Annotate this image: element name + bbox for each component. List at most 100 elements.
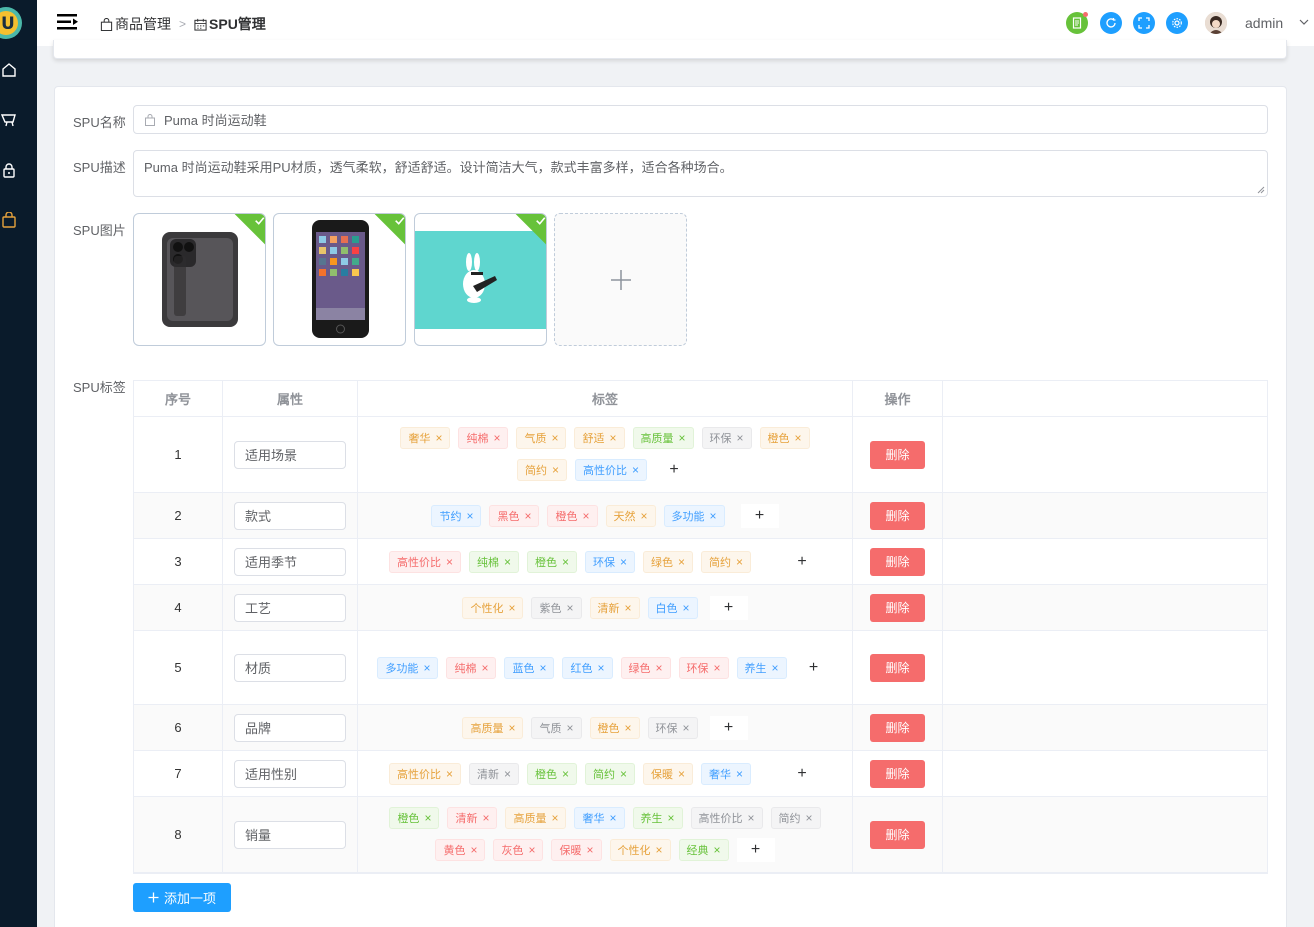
tag-close-icon[interactable]: × — [625, 601, 632, 615]
tag-close-icon[interactable]: × — [656, 661, 663, 675]
delete-button[interactable]: 删除 — [870, 820, 925, 849]
add-tag-button[interactable]: + — [736, 838, 775, 862]
tag[interactable]: 灰色 × — [493, 839, 544, 861]
tag-close-icon[interactable]: × — [679, 431, 686, 445]
delete-button[interactable]: 删除 — [870, 653, 925, 682]
bag-icon[interactable] — [1, 212, 17, 228]
attr-input[interactable]: 适用场景 — [234, 440, 346, 469]
tag[interactable]: 奢华 × — [400, 427, 451, 449]
tag-close-icon[interactable]: × — [562, 767, 569, 781]
tag-close-icon[interactable]: × — [423, 661, 430, 675]
tag[interactable]: 环保 × — [701, 427, 752, 449]
tag[interactable]: 黄色 × — [435, 839, 486, 861]
resize-handle-icon[interactable] — [1257, 186, 1265, 194]
tag-close-icon[interactable]: × — [562, 555, 569, 569]
tag[interactable]: 奢华 × — [574, 807, 625, 829]
add-row-button[interactable]: 添加一项 — [133, 883, 231, 912]
document-button[interactable] — [1066, 12, 1088, 34]
tag[interactable]: 奢华 × — [701, 762, 752, 785]
tag-close-icon[interactable]: × — [566, 601, 573, 615]
tag[interactable]: 简约 × — [770, 807, 821, 829]
attr-input[interactable]: 工艺 — [234, 593, 346, 622]
tag-close-icon[interactable]: × — [736, 555, 743, 569]
tag[interactable]: 纯棉 × — [458, 427, 509, 449]
tag-close-icon[interactable]: × — [795, 431, 802, 445]
delete-button[interactable]: 删除 — [870, 713, 925, 742]
tag[interactable]: 多功能 × — [377, 656, 439, 679]
tag-close-icon[interactable]: × — [609, 811, 616, 825]
tag[interactable]: 橙色 × — [547, 504, 598, 527]
tag[interactable]: 白色 × — [647, 596, 698, 619]
refresh-button[interactable] — [1100, 12, 1122, 34]
delete-button[interactable]: 删除 — [870, 547, 925, 576]
tag-close-icon[interactable]: × — [641, 509, 648, 523]
lock-icon[interactable] — [1, 162, 17, 178]
delete-button[interactable]: 删除 — [870, 440, 925, 469]
add-tag-button[interactable]: + — [783, 761, 822, 786]
upload-image-button[interactable] — [554, 213, 687, 346]
tag-close-icon[interactable]: × — [508, 601, 515, 615]
tag[interactable]: 橙色 × — [526, 762, 577, 785]
tag-close-icon[interactable]: × — [714, 843, 721, 857]
tag-close-icon[interactable]: × — [737, 431, 744, 445]
tag-close-icon[interactable]: × — [482, 811, 489, 825]
tag[interactable]: 高质量 × — [632, 427, 694, 449]
tag-close-icon[interactable]: × — [508, 721, 515, 735]
tag[interactable]: 高性价比 × — [388, 550, 461, 573]
image-thumbnail-phone-1[interactable] — [133, 213, 266, 346]
tag[interactable]: 高性价比 × — [690, 807, 763, 829]
tag[interactable]: 多功能 × — [663, 504, 725, 527]
username[interactable]: admin — [1245, 15, 1283, 31]
tag[interactable]: 红色 × — [562, 656, 613, 679]
home-icon[interactable] — [1, 62, 17, 78]
tag[interactable]: 高质量 × — [462, 716, 524, 739]
tag-close-icon[interactable]: × — [524, 509, 531, 523]
tag[interactable]: 保暖 × — [643, 762, 694, 785]
tag[interactable]: 高性价比 × — [388, 762, 461, 785]
tag-close-icon[interactable]: × — [748, 811, 755, 825]
tag[interactable]: 保暖 × — [551, 839, 602, 861]
tag-close-icon[interactable]: × — [528, 843, 535, 857]
delete-button[interactable]: 删除 — [870, 759, 925, 788]
tag-close-icon[interactable]: × — [504, 767, 511, 781]
avatar[interactable] — [1205, 12, 1227, 34]
tag-close-icon[interactable]: × — [446, 555, 453, 569]
tag-close-icon[interactable]: × — [620, 767, 627, 781]
settings-button[interactable] — [1166, 12, 1188, 34]
tag[interactable]: 清新 × — [589, 596, 640, 619]
tag-close-icon[interactable]: × — [683, 601, 690, 615]
fullscreen-button[interactable] — [1133, 12, 1155, 34]
tag[interactable]: 纯棉 × — [468, 550, 519, 573]
add-tag-button[interactable]: + — [655, 458, 694, 482]
tag[interactable]: 经典 × — [678, 839, 729, 861]
tag[interactable]: 环保 × — [585, 550, 636, 573]
tag[interactable]: 养生 × — [632, 807, 683, 829]
tag[interactable]: 天然 × — [605, 504, 656, 527]
tag[interactable]: 高质量 × — [505, 807, 567, 829]
tag-close-icon[interactable]: × — [582, 509, 589, 523]
tag[interactable]: 蓝色 × — [504, 656, 555, 679]
tag-close-icon[interactable]: × — [620, 555, 627, 569]
add-tag-button[interactable]: + — [783, 549, 822, 574]
image-thumbnail-rabbit[interactable] — [414, 213, 547, 346]
tag-close-icon[interactable]: × — [481, 661, 488, 675]
tag-close-icon[interactable]: × — [424, 811, 431, 825]
breadcrumb-item-goods[interactable]: 商品管理 — [100, 14, 171, 34]
cart-icon[interactable] — [1, 112, 17, 128]
tag[interactable]: 清新 × — [447, 807, 498, 829]
attr-input[interactable]: 款式 — [234, 501, 346, 530]
spu-desc-textarea[interactable]: Puma 时尚运动鞋采用PU材质，透气柔软，舒适舒适。设计简洁大气，款式丰富多样… — [133, 150, 1268, 197]
tag-close-icon[interactable]: × — [435, 431, 442, 445]
tag-close-icon[interactable]: × — [493, 431, 500, 445]
tag-close-icon[interactable]: × — [551, 431, 558, 445]
tag-close-icon[interactable]: × — [609, 431, 616, 445]
tag-close-icon[interactable]: × — [714, 661, 721, 675]
tag[interactable]: 简约 × — [701, 550, 752, 573]
scrollbar[interactable] — [1304, 50, 1312, 910]
tag-close-icon[interactable]: × — [504, 555, 511, 569]
tag-close-icon[interactable]: × — [710, 509, 717, 523]
tag[interactable]: 简约 × — [585, 762, 636, 785]
tag-close-icon[interactable]: × — [772, 661, 779, 675]
tag-close-icon[interactable]: × — [566, 721, 573, 735]
tag-close-icon[interactable]: × — [551, 811, 558, 825]
